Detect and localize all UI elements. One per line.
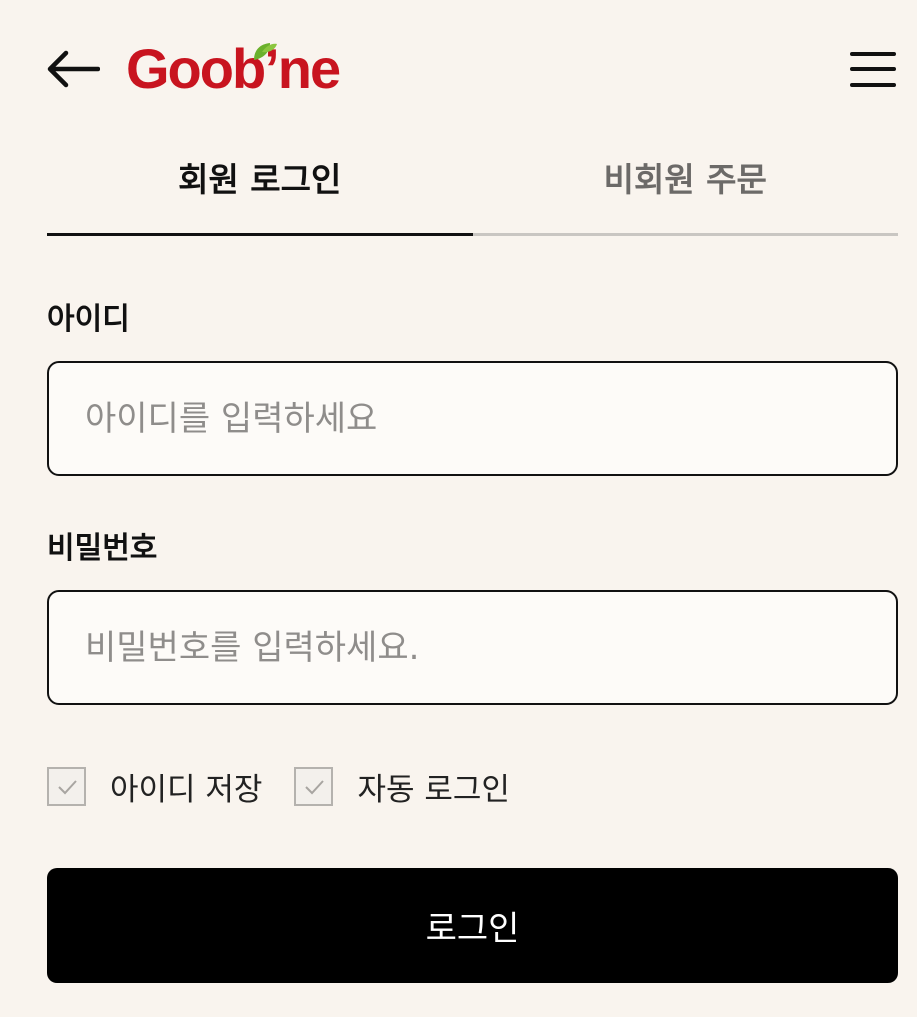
id-label: 아이디 <box>47 302 130 337</box>
password-input-box <box>47 590 898 705</box>
login-tabs: 회원 로그인 비회원 주문 <box>47 140 898 240</box>
checkmark-icon <box>305 779 324 794</box>
hamburger-menu-button[interactable] <box>846 46 900 92</box>
password-label: 비밀번호 <box>47 531 158 566</box>
auto-login-checkbox[interactable] <box>294 767 334 806</box>
auto-login-label: 자동 로그인 <box>357 772 510 808</box>
back-button[interactable] <box>44 44 104 94</box>
menu-bar <box>850 83 896 87</box>
logo-text: Goob’ne <box>126 37 341 100</box>
save-id-label: 아이디 저장 <box>110 772 263 808</box>
id-input[interactable] <box>85 363 896 474</box>
save-id-checkbox[interactable] <box>47 767 86 806</box>
save-id-option[interactable]: 아이디 저장 <box>47 764 262 809</box>
login-button[interactable]: 로그인 <box>47 868 898 983</box>
goobne-logo[interactable]: Goob’ne <box>126 36 341 102</box>
id-input-box <box>47 361 898 476</box>
leaf-icon <box>254 43 277 60</box>
menu-bar <box>850 67 896 71</box>
arrow-left-icon <box>47 50 100 88</box>
auto-login-option[interactable]: 자동 로그인 <box>294 764 510 809</box>
tab-member-login[interactable]: 회원 로그인 <box>47 140 473 236</box>
password-input[interactable] <box>85 592 896 703</box>
checkmark-icon <box>57 779 77 794</box>
login-options: 아이디 저장 자동 로그인 <box>47 764 542 809</box>
tab-guest-order[interactable]: 비회원 주문 <box>472 140 898 236</box>
menu-bar <box>850 52 896 56</box>
login-page: Goob’ne 회원 로그인 비회원 주문 아이디 비밀번호 아이디 저장 <box>0 0 917 1017</box>
